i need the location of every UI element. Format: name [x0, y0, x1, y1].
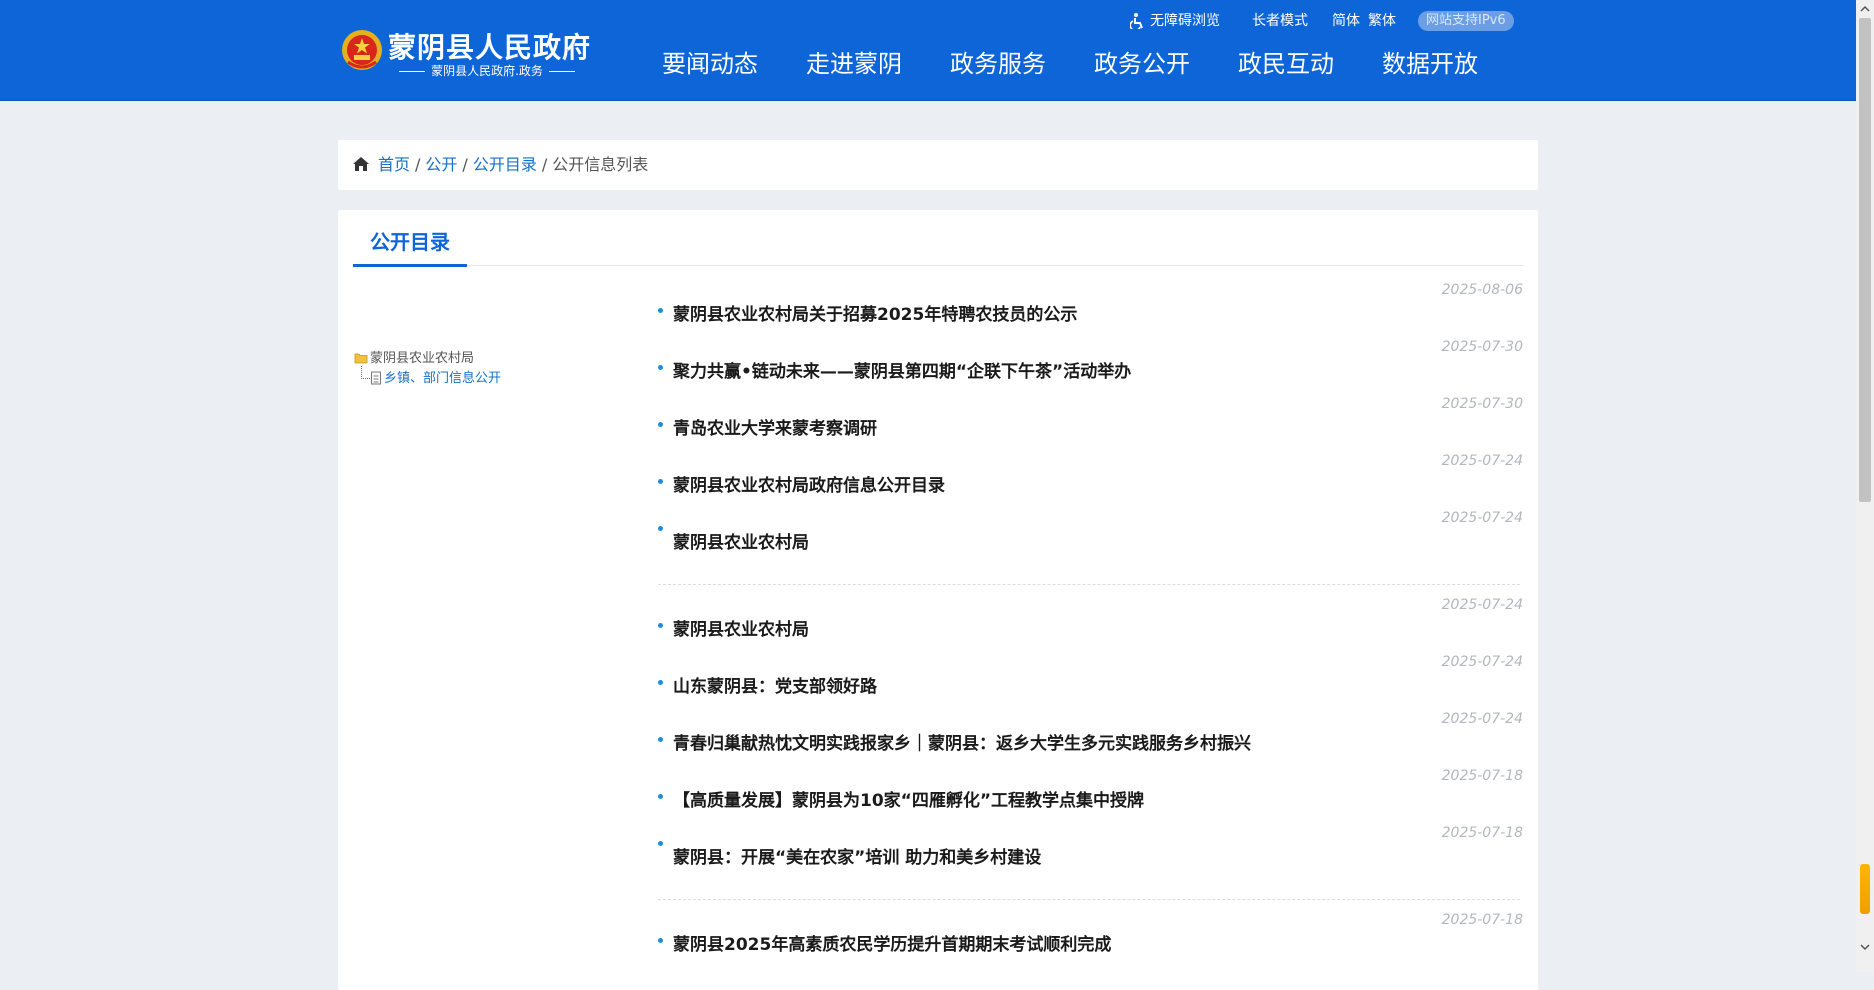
scroll-up-icon[interactable] — [1856, 0, 1874, 18]
list-item: 山东蒙阴县：党支部领好路 2025-07-24 — [658, 654, 1523, 704]
site-header: 蒙阴县人民政府 蒙阴县人民政府.政务 无障碍浏览 长者模式 简体 繁体 网站支持… — [0, 0, 1856, 101]
list-item-date: 2025-07-24 — [1441, 711, 1523, 727]
list-item: 聚力共赢•链动未来——蒙阴县第四期“企联下午茶”活动举办 2025-07-30 — [658, 339, 1523, 389]
breadcrumb-separator: / — [415, 155, 421, 174]
list-item-date: 2025-07-18 — [1441, 825, 1523, 841]
tree-child-label: 乡镇、部门信息公开 — [384, 371, 502, 386]
list-item-title[interactable]: 蒙阴县农业农村局关于招募2025年特聘农技员的公示 — [673, 300, 1077, 325]
breadcrumb-current: 公开信息列表 — [552, 155, 649, 174]
list-item-date: 2025-07-24 — [1441, 453, 1523, 469]
list-item: 蒙阴县2025年高素质农民学历提升首期期末考试顺利完成 2025-07-18 — [658, 912, 1523, 962]
group-divider — [658, 899, 1520, 900]
list-item-title[interactable]: 青春归巢献热忱文明实践报家乡｜蒙阴县：返乡大学生多元实践服务乡村振兴 — [673, 729, 1251, 754]
nav-interaction[interactable]: 政民互动 — [1238, 48, 1334, 80]
site-subtitle: 蒙阴县人民政府.政务 — [388, 62, 586, 79]
bullet — [658, 422, 663, 427]
national-emblem-icon — [342, 30, 382, 70]
simplified-chinese-link[interactable]: 简体 — [1332, 10, 1360, 32]
list-item-date: 2025-07-30 — [1441, 396, 1523, 412]
bullet — [658, 794, 663, 799]
ipv6-badge: 网站支持IPv6 — [1418, 11, 1514, 31]
list-item-title[interactable]: 山东蒙阴县：党支部领好路 — [673, 672, 877, 697]
list-item-date: 2025-08-06 — [1441, 282, 1523, 298]
accessibility-icon — [1130, 13, 1143, 29]
list-item-date: 2025-07-24 — [1441, 510, 1523, 526]
breadcrumb: 首页 / 公开 / 公开目录 / 公开信息列表 — [338, 140, 1538, 190]
scroll-indicator — [1860, 864, 1870, 914]
group-divider — [658, 584, 1520, 585]
nav-open-data[interactable]: 数据开放 — [1382, 48, 1478, 80]
scroll-down-icon[interactable] — [1856, 938, 1874, 956]
nav-services[interactable]: 政务服务 — [950, 48, 1046, 80]
list-item: 青春归巢献热忱文明实践报家乡｜蒙阴县：返乡大学生多元实践服务乡村振兴 2025-… — [658, 711, 1523, 761]
breadcrumb-catalog[interactable]: 公开目录 — [473, 155, 537, 174]
bullet — [658, 737, 663, 742]
folder-icon — [354, 353, 368, 364]
list-item-date: 2025-07-24 — [1441, 654, 1523, 670]
list-item: 蒙阴县：开展“美在农家”培训 助力和美乡村建设 2025-07-18 — [658, 825, 1523, 875]
home-icon[interactable] — [352, 156, 370, 172]
tree-root-label: 蒙阴县农业农村局 — [370, 351, 475, 366]
list-item-title[interactable]: 【高质量发展】蒙阴县为10家“四雁孵化”工程教学点集中授牌 — [673, 786, 1144, 811]
elder-mode-link[interactable]: 长者模式 — [1252, 10, 1308, 32]
list-item: 蒙阴县农业农村局政府信息公开目录 2025-07-24 — [658, 453, 1523, 503]
list-item-title[interactable]: 青岛农业大学来蒙考察调研 — [673, 414, 877, 439]
bullet — [658, 308, 663, 313]
list-item-title[interactable]: 蒙阴县农业农村局 — [673, 528, 809, 553]
list-item-title[interactable]: 蒙阴县农业农村局 — [673, 615, 809, 640]
bullet — [658, 680, 663, 685]
list-item-title[interactable]: 聚力共赢•链动未来——蒙阴县第四期“企联下午茶”活动举办 — [673, 357, 1131, 382]
list-item-title[interactable]: 蒙阴县：开展“美在农家”培训 助力和美乡村建设 — [673, 843, 1041, 868]
nav-about[interactable]: 走进蒙阴 — [806, 48, 902, 80]
breadcrumb-separator: / — [462, 155, 468, 174]
tree-root-node[interactable]: 蒙阴县农业农村局 — [354, 350, 474, 368]
list-item-date: 2025-07-24 — [1441, 597, 1523, 613]
page-scrollbar[interactable] — [1856, 0, 1874, 972]
bullet — [658, 479, 663, 484]
accessibility-label: 无障碍浏览 — [1150, 13, 1220, 29]
breadcrumb-home[interactable]: 首页 — [378, 155, 410, 174]
list-item-date: 2025-07-18 — [1441, 768, 1523, 784]
bullet — [658, 938, 663, 943]
nav-open-government[interactable]: 政务公开 — [1094, 48, 1190, 80]
list-item: 蒙阴县农业农村局关于招募2025年特聘农技员的公示 2025-08-06 — [658, 282, 1523, 332]
nav-news[interactable]: 要闻动态 — [662, 48, 758, 80]
bullet — [658, 841, 663, 846]
bullet — [658, 365, 663, 370]
breadcrumb-trail: 首页 / 公开 / 公开目录 / 公开信息列表 — [378, 154, 648, 176]
traditional-chinese-link[interactable]: 繁体 — [1368, 10, 1396, 32]
site-logo[interactable]: 蒙阴县人民政府 蒙阴县人民政府.政务 — [340, 24, 590, 80]
breadcrumb-public[interactable]: 公开 — [425, 155, 457, 174]
list-item: 蒙阴县农业农村局 2025-07-24 — [658, 510, 1523, 560]
site-title: 蒙阴县人民政府 — [388, 31, 592, 64]
tab-public-catalog[interactable]: 公开目录 — [353, 224, 467, 267]
catalog-panel: 公开目录 蒙阴县农业农村局 乡镇、部门信息公开 蒙阴县农业农村局关于招募2025… — [338, 210, 1538, 990]
list-item-title[interactable]: 蒙阴县2025年高素质农民学历提升首期期末考试顺利完成 — [673, 930, 1111, 955]
bullet — [658, 526, 663, 531]
list-item-date: 2025-07-18 — [1441, 912, 1523, 928]
scrollbar-thumb[interactable] — [1859, 18, 1871, 502]
bullet — [658, 623, 663, 628]
document-icon — [371, 371, 381, 385]
list-item-date: 2025-07-30 — [1441, 339, 1523, 355]
list-item-title[interactable]: 蒙阴县农业农村局政府信息公开目录 — [673, 471, 945, 496]
accessibility-link[interactable]: 无障碍浏览 — [1130, 10, 1220, 32]
list-item: 青岛农业大学来蒙考察调研 2025-07-30 — [658, 396, 1523, 446]
info-list: 蒙阴县农业农村局关于招募2025年特聘农技员的公示 2025-08-06 聚力共… — [658, 210, 1523, 990]
list-item: 【高质量发展】蒙阴县为10家“四雁孵化”工程教学点集中授牌 2025-07-18 — [658, 768, 1523, 818]
breadcrumb-separator: / — [541, 155, 548, 174]
tree-child-node[interactable]: 乡镇、部门信息公开 — [370, 370, 501, 388]
list-item: 蒙阴县农业农村局 2025-07-24 — [658, 597, 1523, 647]
